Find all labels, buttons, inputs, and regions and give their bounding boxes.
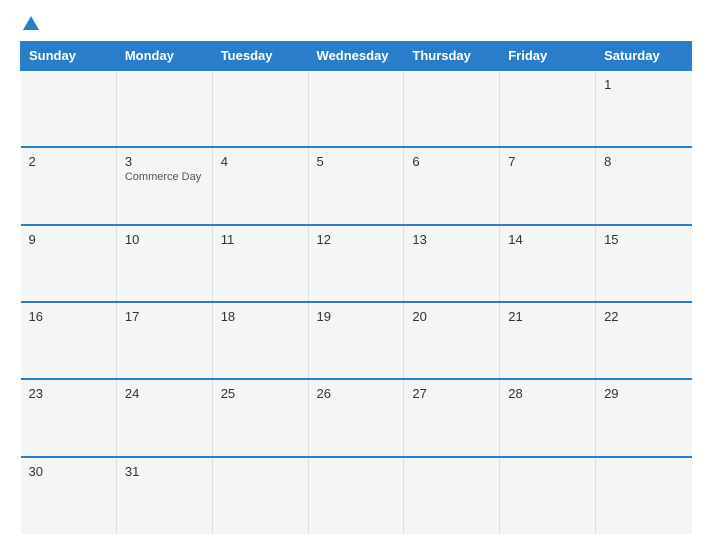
day-number: 13 — [412, 232, 491, 247]
calendar-cell: 13 — [404, 225, 500, 302]
calendar-cell: 27 — [404, 379, 500, 456]
calendar-cell — [212, 70, 308, 147]
weekday-header-wednesday: Wednesday — [308, 42, 404, 71]
calendar-cell: 26 — [308, 379, 404, 456]
calendar-cell: 23 — [21, 379, 117, 456]
calendar-cell: 31 — [116, 457, 212, 534]
day-number: 1 — [604, 77, 683, 92]
calendar-cell — [116, 70, 212, 147]
calendar-cell — [404, 70, 500, 147]
calendar-week-row: 30 31 — [21, 457, 692, 534]
holiday-label: Commerce Day — [125, 171, 204, 183]
weekday-header-saturday: Saturday — [596, 42, 692, 71]
day-number: 3 — [125, 154, 204, 169]
calendar-cell: 22 — [596, 302, 692, 379]
logo-triangle-icon — [23, 16, 39, 30]
calendar-cell — [21, 70, 117, 147]
day-number: 16 — [29, 309, 108, 324]
calendar-week-row: 1 — [21, 70, 692, 147]
day-number: 23 — [29, 386, 108, 401]
calendar-cell — [308, 457, 404, 534]
day-number: 9 — [29, 232, 108, 247]
calendar-cell: 29 — [596, 379, 692, 456]
calendar-cell — [500, 70, 596, 147]
day-number: 20 — [412, 309, 491, 324]
day-number: 26 — [317, 386, 396, 401]
day-number: 17 — [125, 309, 204, 324]
calendar-cell: 20 — [404, 302, 500, 379]
weekday-header-friday: Friday — [500, 42, 596, 71]
calendar-cell: 12 — [308, 225, 404, 302]
day-number: 22 — [604, 309, 683, 324]
calendar-cell — [212, 457, 308, 534]
day-number: 24 — [125, 386, 204, 401]
day-number: 10 — [125, 232, 204, 247]
calendar-cell: 2 — [21, 147, 117, 224]
calendar-week-row: 2 3 Commerce Day 4 5 6 7 8 — [21, 147, 692, 224]
day-number: 30 — [29, 464, 108, 479]
calendar-cell: 19 — [308, 302, 404, 379]
weekday-header-row: SundayMondayTuesdayWednesdayThursdayFrid… — [21, 42, 692, 71]
calendar-table: SundayMondayTuesdayWednesdayThursdayFrid… — [20, 41, 692, 534]
calendar-cell: 14 — [500, 225, 596, 302]
calendar-cell: 28 — [500, 379, 596, 456]
day-number: 8 — [604, 154, 683, 169]
day-number: 15 — [604, 232, 683, 247]
calendar-cell: 10 — [116, 225, 212, 302]
calendar-week-row: 9 10 11 12 13 14 15 — [21, 225, 692, 302]
day-number: 25 — [221, 386, 300, 401]
calendar-cell: 15 — [596, 225, 692, 302]
day-number: 28 — [508, 386, 587, 401]
day-number: 4 — [221, 154, 300, 169]
day-number: 2 — [29, 154, 108, 169]
day-number: 27 — [412, 386, 491, 401]
calendar-cell: 7 — [500, 147, 596, 224]
calendar-cell: 9 — [21, 225, 117, 302]
calendar-cell: 3 Commerce Day — [116, 147, 212, 224]
calendar-cell: 25 — [212, 379, 308, 456]
logo — [20, 16, 39, 31]
calendar-cell: 11 — [212, 225, 308, 302]
weekday-header-thursday: Thursday — [404, 42, 500, 71]
day-number: 6 — [412, 154, 491, 169]
day-number: 7 — [508, 154, 587, 169]
day-number: 11 — [221, 232, 300, 247]
day-number: 18 — [221, 309, 300, 324]
calendar-cell: 1 — [596, 70, 692, 147]
day-number: 14 — [508, 232, 587, 247]
calendar-week-row: 23 24 25 26 27 28 29 — [21, 379, 692, 456]
weekday-header-tuesday: Tuesday — [212, 42, 308, 71]
calendar-cell: 5 — [308, 147, 404, 224]
calendar-cell: 6 — [404, 147, 500, 224]
calendar-cell: 4 — [212, 147, 308, 224]
calendar-week-row: 16 17 18 19 20 21 22 — [21, 302, 692, 379]
calendar-cell: 24 — [116, 379, 212, 456]
weekday-header-monday: Monday — [116, 42, 212, 71]
calendar-cell — [404, 457, 500, 534]
calendar-cell: 8 — [596, 147, 692, 224]
calendar-cell: 18 — [212, 302, 308, 379]
calendar-cell: 21 — [500, 302, 596, 379]
calendar-cell: 30 — [21, 457, 117, 534]
day-number: 29 — [604, 386, 683, 401]
weekday-header-sunday: Sunday — [21, 42, 117, 71]
day-number: 5 — [317, 154, 396, 169]
day-number: 21 — [508, 309, 587, 324]
calendar-cell — [308, 70, 404, 147]
day-number: 19 — [317, 309, 396, 324]
calendar-cell — [596, 457, 692, 534]
logo-blue-text — [20, 16, 39, 31]
day-number: 31 — [125, 464, 204, 479]
calendar-cell: 17 — [116, 302, 212, 379]
day-number: 12 — [317, 232, 396, 247]
calendar-cell — [500, 457, 596, 534]
calendar-cell: 16 — [21, 302, 117, 379]
calendar-header — [20, 16, 692, 31]
